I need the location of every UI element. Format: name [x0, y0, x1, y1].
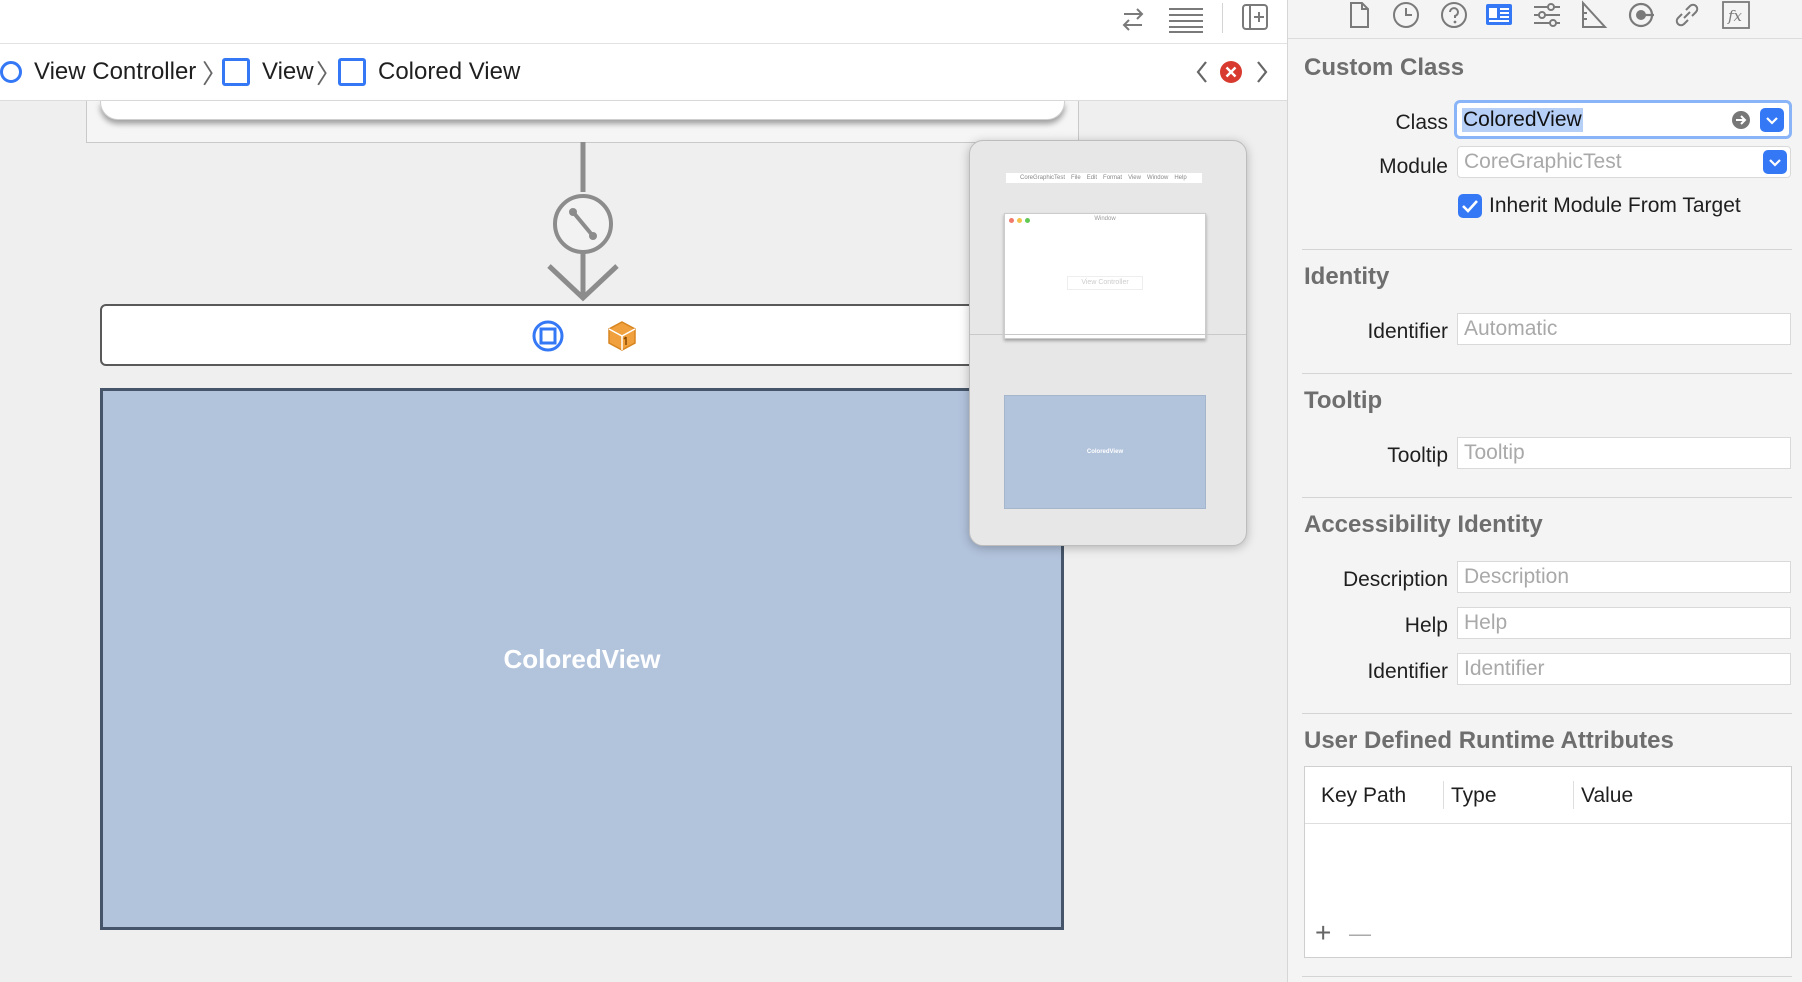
chevron-left-icon[interactable] [1192, 58, 1212, 86]
description-placeholder: Description [1464, 565, 1570, 588]
section-title-identity: Identity [1304, 263, 1390, 290]
preview-menu-item: Help [1174, 175, 1187, 181]
svg-text:fx: fx [1727, 7, 1743, 25]
breadcrumb-view-controller[interactable]: View Controller [0, 44, 196, 100]
colored-view[interactable]: ColoredView [100, 388, 1064, 930]
inherit-module-label: Inherit Module From Target [1489, 194, 1741, 217]
section-divider [1302, 373, 1792, 374]
preview-menu-bar: CoreGraphicTest File Edit Format View Wi… [1006, 173, 1202, 183]
section-title-custom-class: Custom Class [1304, 54, 1465, 81]
section-divider [1302, 249, 1792, 250]
chevron-right-icon[interactable] [1252, 58, 1272, 86]
preview-menu-item: Edit [1086, 175, 1098, 181]
file-inspector-icon[interactable] [1346, 0, 1372, 30]
module-field[interactable]: CoreGraphicTest [1457, 146, 1791, 178]
class-label: Class [1395, 111, 1448, 134]
breadcrumb-label: Colored View [378, 58, 521, 85]
accessibility-identifier-label: Identifier [1367, 660, 1448, 683]
preview-window-title: Window [1094, 216, 1116, 222]
identity-inspector-icon[interactable] [1484, 0, 1514, 30]
scene-preview-popover: CoreGraphicTest File Edit Format View Wi… [969, 140, 1247, 546]
scene-dock[interactable] [100, 304, 1000, 366]
section-title-runtime-attributes: User Defined Runtime Attributes [1304, 727, 1674, 754]
toolbar-divider [1222, 3, 1223, 33]
description-field[interactable]: Description [1457, 561, 1791, 593]
preview-menu-item: CoreGraphicTest [1020, 175, 1066, 181]
runtime-attributes-table[interactable]: Key Path Type Value + — [1304, 766, 1792, 958]
class-field[interactable]: ColoredView [1454, 100, 1792, 139]
help-inspector-icon[interactable] [1439, 0, 1469, 30]
breadcrumb-label: View [262, 58, 314, 85]
tooltip-label: Tooltip [1387, 444, 1448, 467]
tooltip-placeholder: Tooltip [1464, 441, 1525, 464]
module-dropdown-icon[interactable] [1763, 150, 1787, 174]
first-responder-cube-icon[interactable] [606, 320, 638, 352]
preview-colored-label: ColoredView [1086, 449, 1124, 455]
accessibility-identifier-placeholder: Identifier [1464, 657, 1545, 680]
breadcrumb-view[interactable]: View [222, 44, 314, 100]
section-divider [1302, 976, 1792, 977]
column-header-key-path[interactable]: Key Path [1321, 784, 1406, 808]
column-header-value[interactable]: Value [1581, 784, 1633, 808]
section-title-tooltip: Tooltip [1304, 387, 1383, 414]
module-label: Module [1379, 155, 1448, 178]
class-dropdown-icon[interactable] [1760, 108, 1784, 132]
error-icon[interactable] [1219, 60, 1243, 84]
preview-window: Window View Controller [1004, 213, 1206, 339]
preview-menu-item: Window [1146, 175, 1169, 181]
go-to-class-icon[interactable] [1731, 110, 1751, 130]
breadcrumb-colored-view[interactable]: Colored View [338, 44, 520, 100]
add-editor-icon[interactable] [1240, 2, 1270, 32]
lines-menu-icon[interactable] [1167, 4, 1205, 34]
attributes-inspector-icon[interactable] [1532, 0, 1562, 30]
help-field[interactable]: Help [1457, 607, 1791, 639]
section-title-accessibility: Accessibility Identity [1304, 511, 1543, 538]
tabs-divider [1288, 38, 1802, 39]
class-field-value: ColoredView [1462, 108, 1583, 132]
link-icon[interactable] [1672, 0, 1702, 30]
editor-toolbar [0, 0, 1287, 44]
window-content [100, 101, 1065, 120]
connections-inspector-icon[interactable] [1626, 0, 1656, 30]
history-inspector-icon[interactable] [1391, 0, 1421, 30]
identifier-field[interactable]: Automatic [1457, 313, 1791, 345]
preview-divider [970, 334, 1246, 335]
segue-connector[interactable] [540, 142, 628, 304]
colored-view-label: ColoredView [503, 643, 661, 674]
jump-bar: View Controller 〉 View 〉 Colored View [0, 44, 1287, 101]
swap-arrows-icon[interactable] [1118, 4, 1148, 34]
breadcrumb-label: View Controller [34, 58, 197, 85]
help-placeholder: Help [1464, 611, 1508, 634]
view-icon [338, 58, 366, 86]
identity-inspector: fx Custom Class Class ColoredView Module… [1287, 0, 1802, 982]
preview-colored-view: ColoredView [1004, 395, 1206, 509]
column-header-type[interactable]: Type [1451, 784, 1497, 808]
help-label: Help [1404, 614, 1448, 637]
bindings-fx-icon[interactable]: fx [1721, 0, 1751, 30]
identifier-placeholder: Automatic [1464, 317, 1558, 340]
inherit-module-checkbox[interactable] [1458, 194, 1482, 218]
column-separator [1443, 781, 1444, 809]
identifier-label: Identifier [1367, 320, 1448, 343]
column-separator [1573, 781, 1574, 809]
preview-menu-item: Format [1103, 175, 1123, 181]
accessibility-identifier-field[interactable]: Identifier [1457, 653, 1791, 685]
section-divider [1302, 713, 1792, 714]
module-placeholder: CoreGraphicTest [1464, 150, 1622, 173]
size-inspector-icon[interactable] [1580, 0, 1608, 30]
table-header: Key Path Type Value [1305, 767, 1791, 824]
view-icon [222, 58, 250, 86]
tooltip-field[interactable]: Tooltip [1457, 437, 1791, 469]
view-controller-icon [0, 61, 22, 83]
preview-menu-item: File [1071, 175, 1081, 181]
remove-attribute-button[interactable]: — [1349, 921, 1371, 947]
section-divider [1302, 497, 1792, 498]
preview-vc-label: View Controller [1067, 276, 1143, 290]
preview-menu-item: View [1128, 175, 1141, 181]
view-controller-icon[interactable] [532, 320, 564, 352]
description-label: Description [1342, 568, 1448, 591]
add-attribute-button[interactable]: + [1315, 917, 1331, 949]
